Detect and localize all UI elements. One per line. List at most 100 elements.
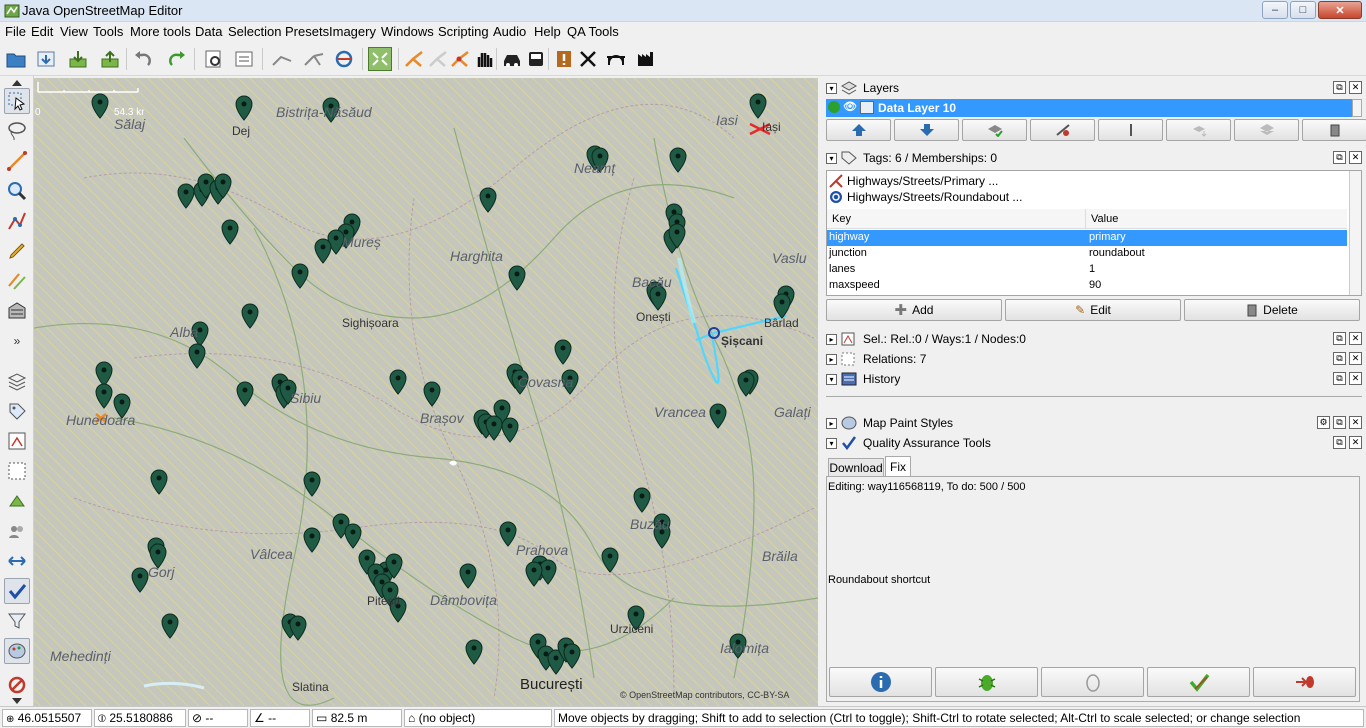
settings-button[interactable]: ⚙ (1317, 416, 1330, 429)
close-panel-button[interactable]: ✕ (1349, 151, 1362, 164)
tab-fix[interactable]: Fix (885, 456, 911, 477)
tags-panel-header[interactable]: ▾ Tags: 6 / Memberships: 0 ⧉ ✕ (826, 148, 1362, 168)
qa-next-button[interactable] (1253, 667, 1356, 697)
map-paint-icon[interactable] (4, 638, 30, 664)
history-panel-header[interactable]: ▾ History ⧉ ✕ (826, 369, 1362, 389)
collapse-toggle[interactable]: ▾ (826, 82, 837, 94)
highway-disabled-icon[interactable] (426, 47, 450, 71)
detach-button[interactable]: ⧉ (1333, 151, 1346, 164)
menu-more-tools[interactable]: More tools (130, 24, 191, 39)
preset-link-primary[interactable]: Highways/Streets/Primary ... (829, 173, 998, 189)
author-list-icon[interactable] (4, 518, 30, 544)
duplicate-button[interactable] (1234, 119, 1299, 141)
column-value[interactable]: Value (1091, 213, 1118, 225)
expand-toggle[interactable]: ▸ (826, 417, 837, 429)
menu-audio[interactable]: Audio (493, 24, 526, 39)
table-row[interactable]: lanes 1 (827, 262, 1347, 278)
opacity-button[interactable] (1098, 119, 1163, 141)
collapse-toggle[interactable]: ▾ (826, 437, 837, 449)
collapse-toggle[interactable]: ▾ (826, 373, 837, 385)
zoom-to-data-icon[interactable] (368, 47, 392, 71)
building-tool-icon[interactable] (4, 298, 30, 324)
close-panel-button[interactable]: ✕ (1349, 81, 1362, 94)
reverse-way-icon[interactable] (332, 47, 356, 71)
bus-icon[interactable] (524, 47, 548, 71)
move-down-button[interactable] (894, 119, 959, 141)
tags-dialog-icon[interactable] (4, 398, 30, 424)
car-icon[interactable] (500, 47, 524, 71)
filter-icon[interactable] (4, 608, 30, 634)
table-row[interactable]: junction roundabout (827, 246, 1347, 262)
minimize-button[interactable]: – (1262, 1, 1288, 19)
relation-list-icon[interactable] (4, 458, 30, 484)
highway-tool-icon[interactable] (402, 47, 426, 71)
eye-icon[interactable]: 👁 (843, 100, 857, 113)
lasso-mode-icon[interactable] (4, 118, 30, 144)
close-panel-button[interactable]: ✕ (1349, 352, 1362, 365)
map-canvas[interactable] (34, 78, 818, 706)
map-paint-panel-header[interactable]: ▸ Map Paint Styles ⚙ ⧉ ✕ (826, 413, 1362, 433)
validation-results-icon[interactable] (4, 578, 30, 604)
conflict-dialog-icon[interactable] (4, 488, 30, 514)
tab-download[interactable]: Download (828, 458, 884, 477)
layers-dialog-icon[interactable] (4, 368, 30, 394)
table-row[interactable]: highway primary (827, 230, 1347, 246)
upload-icon[interactable] (98, 47, 122, 71)
menu-tools[interactable]: Tools (93, 24, 123, 39)
open-file-icon[interactable] (4, 47, 28, 71)
menu-qa-tools[interactable]: QA Tools (567, 24, 619, 39)
collapse-toggle[interactable]: ▾ (826, 152, 837, 164)
layer-row-selected[interactable]: 👁 Data Layer 10 (826, 99, 1352, 117)
pencil-icon[interactable] (4, 238, 30, 264)
selection-list-icon[interactable] (4, 428, 30, 454)
select-mode-icon[interactable] (4, 88, 30, 114)
delete-tag-button[interactable]: Delete (1184, 299, 1360, 321)
layer-visible-checkbox[interactable] (828, 101, 840, 113)
map-view[interactable]: 0 54.3 km Bistrița-Năsăud Dej Sălaj Iasi… (34, 78, 818, 706)
maximize-button[interactable]: □ (1290, 1, 1316, 19)
more-modes-icon[interactable]: » (4, 328, 30, 354)
detach-button[interactable]: ⧉ (1333, 416, 1346, 429)
detach-button[interactable]: ⧉ (1333, 332, 1346, 345)
activate-layer-button[interactable] (962, 119, 1027, 141)
add-tag-button[interactable]: ✚ Add (826, 299, 1002, 321)
validation-warning-icon[interactable] (552, 47, 576, 71)
qa-fix-bug-button[interactable] (935, 667, 1038, 697)
palette-scroll-down-icon[interactable] (4, 696, 30, 706)
draw-way-icon[interactable] (4, 148, 30, 174)
pan-hand-icon[interactable] (472, 47, 496, 71)
qa-info-button[interactable] (829, 667, 932, 697)
qa-panel-header[interactable]: ▾ Quality Assurance Tools ⧉ ✕ (826, 433, 1362, 453)
expand-toggle[interactable]: ▸ (826, 353, 837, 365)
menu-edit[interactable]: Edit (31, 24, 53, 39)
close-panel-button[interactable]: ✕ (1349, 372, 1362, 385)
parallel-way-icon[interactable] (4, 268, 30, 294)
menu-data[interactable]: Data (195, 24, 222, 39)
menu-windows[interactable]: Windows (381, 24, 434, 39)
download-icon[interactable] (66, 47, 90, 71)
improve-way-icon[interactable] (4, 208, 30, 234)
qa-skip-button[interactable] (1041, 667, 1144, 697)
node-split-icon[interactable] (448, 47, 472, 71)
detach-button[interactable]: ⧉ (1333, 81, 1346, 94)
menu-selection[interactable]: Selection (228, 24, 281, 39)
layers-scrollbar[interactable] (1352, 99, 1362, 117)
bridge-icon[interactable] (604, 47, 628, 71)
menu-imagery[interactable]: Imagery (329, 24, 376, 39)
close-panel-button[interactable]: ✕ (1349, 416, 1362, 429)
expand-toggle[interactable]: ▸ (826, 333, 837, 345)
merge-button[interactable] (1166, 119, 1231, 141)
close-button[interactable]: ✕ (1318, 1, 1362, 19)
delete-layer-button[interactable] (1302, 119, 1366, 141)
column-key[interactable]: Key (832, 213, 851, 225)
show-hide-button[interactable] (1030, 119, 1095, 141)
undo-icon[interactable] (132, 47, 156, 71)
zoom-mode-icon[interactable] (4, 178, 30, 204)
qa-done-button[interactable] (1147, 667, 1250, 697)
split-way-icon[interactable] (302, 47, 326, 71)
building-icon[interactable] (634, 47, 658, 71)
relations-panel-header[interactable]: ▸ Relations: 7 ⧉ ✕ (826, 349, 1362, 369)
menu-presets[interactable]: Presets (285, 24, 329, 39)
layers-panel-header[interactable]: ▾ Layers ⧉ ✕ (826, 78, 1362, 98)
delete-cross-icon[interactable] (576, 47, 600, 71)
